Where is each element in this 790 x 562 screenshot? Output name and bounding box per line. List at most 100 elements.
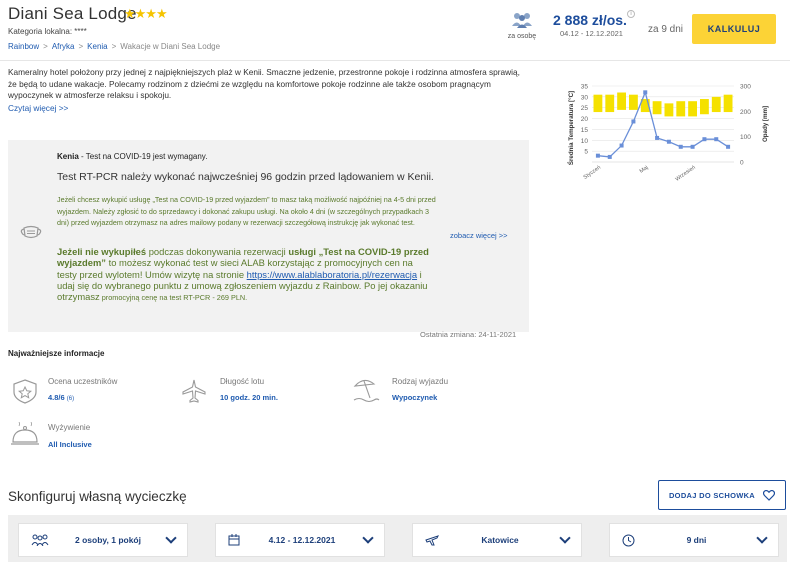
rating-label: Ocena uczestników (48, 377, 118, 386)
info-icon[interactable]: i (627, 10, 635, 18)
trip-type-label: Rodzaj wyjazdu (392, 377, 449, 386)
board-value: All Inclusive (48, 440, 92, 449)
price-dates: 04.12 - 12.12.2021 (560, 29, 623, 38)
chart-left-tick-label: 10 (581, 138, 589, 145)
chart-right-tick-label: 200 (740, 109, 751, 116)
chart-right-axis-title: Opady [mm] (762, 106, 769, 142)
breadcrumb-current: Wakacje w Diani Sea Lodge (120, 42, 221, 51)
chart-left-tick-label: 20 (581, 116, 589, 123)
add-to-favorites-button[interactable]: DODAJ DO SCHOWKA (658, 480, 786, 510)
breadcrumb-rainbow[interactable]: Rainbow (8, 42, 39, 51)
chart-rainfall-point (690, 144, 695, 149)
calculate-button[interactable]: KALKULUJ (692, 14, 776, 44)
chart-right-tick-label: 300 (740, 84, 751, 91)
people-icon (512, 13, 532, 28)
chart-right-tick-label: 0 (740, 160, 744, 167)
add-to-favorites-label: DODAJ DO SCHOWKA (668, 490, 756, 500)
hotel-stars: ★★★★ (124, 6, 168, 21)
chevron-down-icon (559, 532, 571, 544)
last-change: Ostatnia zmiana: 24-11-2021 (420, 330, 517, 339)
covid-title: Test RT-PCR należy wykonać najwcześniej … (57, 171, 434, 183)
chart-temperature-bar (723, 94, 733, 113)
hotel-description: Kameralny hotel położony przy jednej z n… (8, 67, 520, 100)
flight-icon (182, 379, 206, 403)
breadcrumb-separator-icon: > (111, 42, 117, 51)
flight-length-value: 10 godz. 20 min. (220, 393, 278, 402)
clock-icon (622, 534, 635, 546)
chart-rainfall-point (726, 144, 731, 149)
persons-value: 2 osoby, 1 pokój (75, 535, 141, 545)
covid-header-text: - Test na COVID-19 jest wymagany. (78, 152, 208, 161)
chart-temperature-bar (676, 101, 686, 117)
trip-length: za 9 dni (648, 24, 684, 35)
chart-rainfall-point (607, 154, 612, 159)
chart-left-tick-label: 30 (581, 94, 589, 101)
chart-left-tick-label: 25 (581, 105, 589, 112)
chart-right-tick-label: 100 (740, 134, 751, 141)
covid-offer-bold-1: Jeżeli nie wykupiłeś (57, 246, 147, 257)
chart-rainfall-point (702, 137, 707, 142)
chart-temperature-bar (629, 94, 638, 110)
chart-rainfall-point (631, 119, 636, 124)
mask-icon (20, 225, 42, 239)
food-icon (11, 422, 39, 445)
persons-label: za osobę (507, 33, 537, 40)
chevron-down-icon (165, 532, 177, 544)
chart-rainfall-point (643, 90, 648, 95)
chart-left-tick-label: 5 (584, 149, 588, 156)
chart-x-tick-label: Styczeń (583, 165, 602, 181)
dates-select[interactable]: 4.12 - 12.12.2021 (215, 523, 385, 557)
chevron-down-icon (756, 532, 768, 544)
chevron-down-icon (362, 532, 374, 544)
rating-count: (6) (66, 396, 75, 402)
local-category: Kategoria lokalna: **** (8, 27, 87, 36)
covid-alab-offer: Jeżeli nie wykupiłeś podczas dokonywania… (57, 246, 435, 303)
breadcrumb-separator-icon: > (43, 42, 48, 51)
covid-offer-text-1: podczas dokonywania rezerwacji (146, 246, 289, 257)
chart-x-tick-label: Wrzesień (675, 165, 697, 182)
chart-temperature-bar (593, 94, 603, 113)
duration-select[interactable]: 9 dni (609, 523, 779, 557)
chart-temperature-bar (711, 96, 721, 113)
key-info-title: Najważniejsze informacje (8, 349, 105, 358)
breadcrumb-afryka[interactable]: Afryka (52, 42, 75, 51)
chart-temperature-bar (700, 99, 709, 115)
chart-left-tick-label: 35 (581, 84, 589, 91)
flight-length-label: Długość lotu (220, 377, 265, 386)
departure-select[interactable]: Katowice (412, 523, 582, 557)
price: 2 888 zł/os. (553, 12, 627, 28)
dates-value: 4.12 - 12.12.2021 (268, 535, 336, 545)
rating-value: 4.8/6 (6) (48, 393, 74, 402)
persons-select[interactable]: 2 osoby, 1 pokój (18, 523, 188, 557)
covid-offer-text-4: promocyjną cenę na test RT-PCR - 269 PLN… (99, 293, 248, 303)
duration-value: 9 dni (686, 535, 707, 545)
chart-temperature-bar (652, 101, 662, 115)
plane-icon (425, 535, 439, 546)
chart-x-tick-label: Maj (639, 165, 650, 175)
climate-chart: 35 30 25 20 15 10 5 300 200 100 0 Styczeń Maj Wrzesie… (568, 84, 769, 183)
people-icon (31, 534, 49, 546)
chart-left-tick-label: 15 (581, 127, 589, 134)
chart-rainfall-point (595, 153, 600, 158)
chart-rainfall-point (678, 144, 683, 149)
breadcrumb-kenia[interactable]: Kenia (87, 42, 107, 51)
persons-info: za osobę (500, 12, 544, 40)
board-label: Wyżywienie (48, 423, 91, 432)
covid-country: Kenia (57, 152, 79, 161)
chart-rainfall-point (666, 139, 671, 144)
chart-rainfall-point (655, 135, 660, 140)
breadcrumb: Rainbow > Afryka > Kenia > Wakacje w Dia… (8, 42, 220, 51)
alab-link[interactable]: https://www.alablaboratoria.pl/rezerwacj… (247, 269, 417, 280)
rating-score: 4.8/6 (48, 393, 65, 402)
see-more-link[interactable]: zobacz więcej >> (450, 231, 508, 240)
chart-temperature-bar (605, 94, 615, 113)
heart-icon (763, 489, 776, 501)
beach-icon (353, 379, 380, 403)
read-more-link[interactable]: Czytaj więcej >> (8, 103, 68, 113)
breadcrumb-separator-icon: > (78, 42, 84, 51)
rating-icon (13, 379, 37, 404)
covid-instructions: Jeżeli chcesz wykupić usługę „Test na CO… (57, 195, 436, 227)
hotel-name: Diani Sea Lodge (8, 4, 137, 23)
chart-left-axis-title: Średnia Temperatura [°C] (568, 91, 575, 165)
chart-rainfall-point (714, 137, 719, 142)
